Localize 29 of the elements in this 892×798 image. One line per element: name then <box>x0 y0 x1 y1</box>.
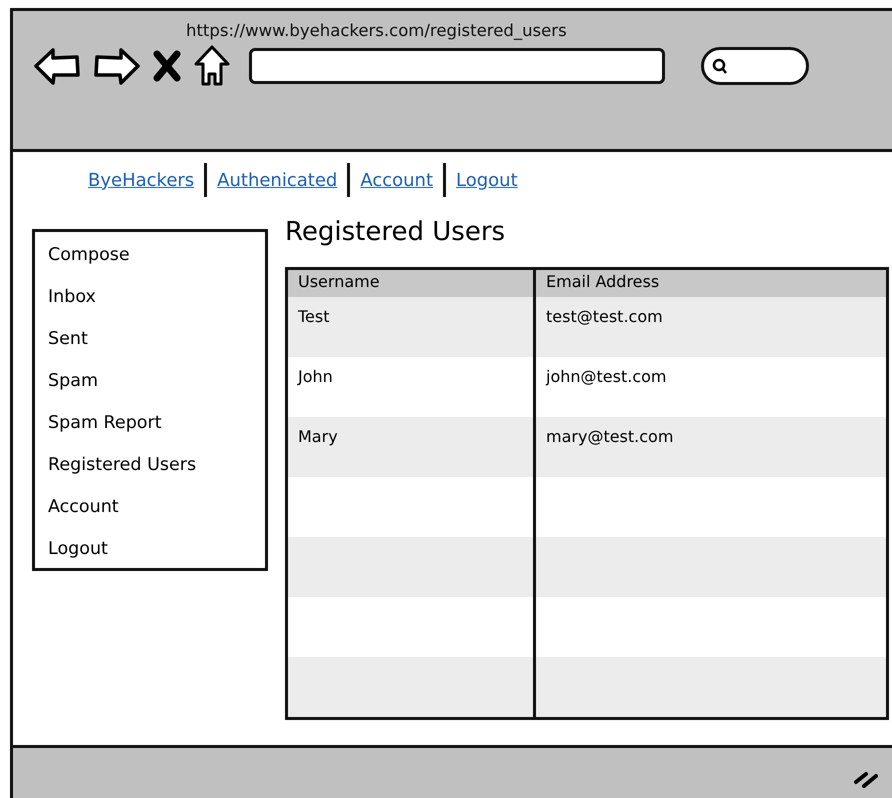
nav-link[interactable]: Logout <box>456 170 518 190</box>
page-url: https://www.byehackers.com/registered_users <box>185 20 568 40</box>
search-icon <box>712 58 728 74</box>
home-icon[interactable] <box>193 44 231 88</box>
menu-item[interactable]: Spam <box>48 364 265 406</box>
back-arrow-icon[interactable] <box>33 46 81 86</box>
table-cell-text: mary@test.com <box>545 426 674 448</box>
menu-item[interactable]: Registered Users <box>48 448 265 490</box>
nav-link[interactable]: Authenicated <box>217 170 338 190</box>
close-icon[interactable] <box>153 50 181 82</box>
menu-item[interactable]: Spam Report <box>48 406 265 448</box>
table-cell-text: John <box>296 366 334 388</box>
table-cell-text: Test <box>297 306 331 328</box>
table-cell-text: test@test.com <box>545 306 664 328</box>
address-field[interactable] <box>249 48 665 84</box>
table-cell-text: Mary <box>297 426 339 448</box>
menu-item[interactable]: Inbox <box>48 280 265 322</box>
menu-item[interactable]: Sent <box>48 322 265 364</box>
column-header: Username <box>297 271 381 293</box>
page-title: Registered Users <box>285 217 506 249</box>
menu-item[interactable]: Logout <box>48 532 265 574</box>
menu-item[interactable]: Compose <box>48 238 265 280</box>
forward-arrow-icon[interactable] <box>93 46 141 86</box>
menu-item[interactable]: Account <box>48 490 265 532</box>
column-header: Email Address <box>545 271 660 293</box>
nav-link[interactable]: ByeHackers <box>88 170 194 190</box>
search-field[interactable] <box>701 47 809 85</box>
nav-link[interactable]: Account <box>360 170 434 190</box>
table-cell-text: john@test.com <box>544 366 668 388</box>
